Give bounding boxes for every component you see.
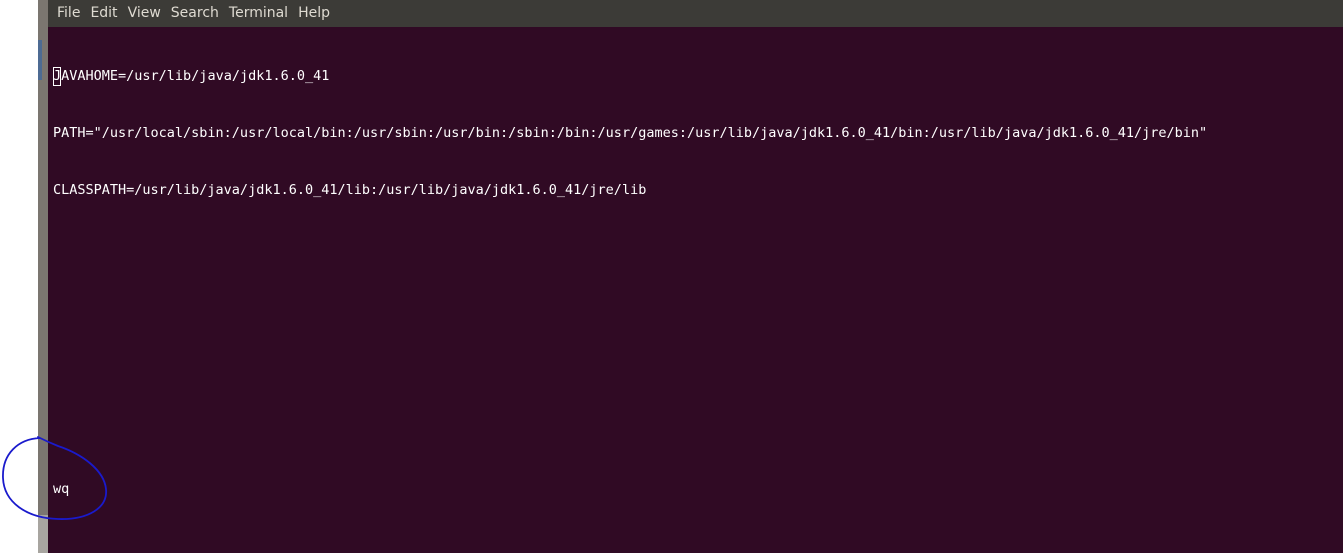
launcher-edge-bottom xyxy=(38,515,48,553)
terminal-window[interactable]: File Edit View Search Terminal Help JAVA… xyxy=(48,0,1343,553)
line-javahome: JAVAHOME=/usr/lib/java/jdk1.6.0_41 xyxy=(53,67,1341,86)
vim-command-line[interactable]: wq xyxy=(53,480,69,499)
terminal-menubar: File Edit View Search Terminal Help xyxy=(48,0,1343,27)
line-path: PATH="/usr/local/sbin:/usr/local/bin:/us… xyxy=(53,125,1208,141)
menu-file[interactable]: File xyxy=(52,0,85,27)
menu-search[interactable]: Search xyxy=(166,0,224,27)
menu-edit[interactable]: Edit xyxy=(85,0,122,27)
text-cursor: J xyxy=(53,67,62,86)
screen: File Edit View Search Terminal Help JAVA… xyxy=(0,0,1343,553)
terminal-text-area[interactable]: JAVAHOME=/usr/lib/java/jdk1.6.0_41 PATH=… xyxy=(53,29,1341,549)
menu-terminal[interactable]: Terminal xyxy=(224,0,293,27)
line-classpath: CLASSPATH=/usr/lib/java/jdk1.6.0_41/lib:… xyxy=(53,182,647,198)
menu-help[interactable]: Help xyxy=(293,0,335,27)
line-javahome-text: AVAHOME=/usr/lib/java/jdk1.6.0_41 xyxy=(61,68,330,84)
launcher-edge xyxy=(38,0,48,553)
menu-view[interactable]: View xyxy=(123,0,166,27)
launcher-indicator xyxy=(38,40,42,80)
